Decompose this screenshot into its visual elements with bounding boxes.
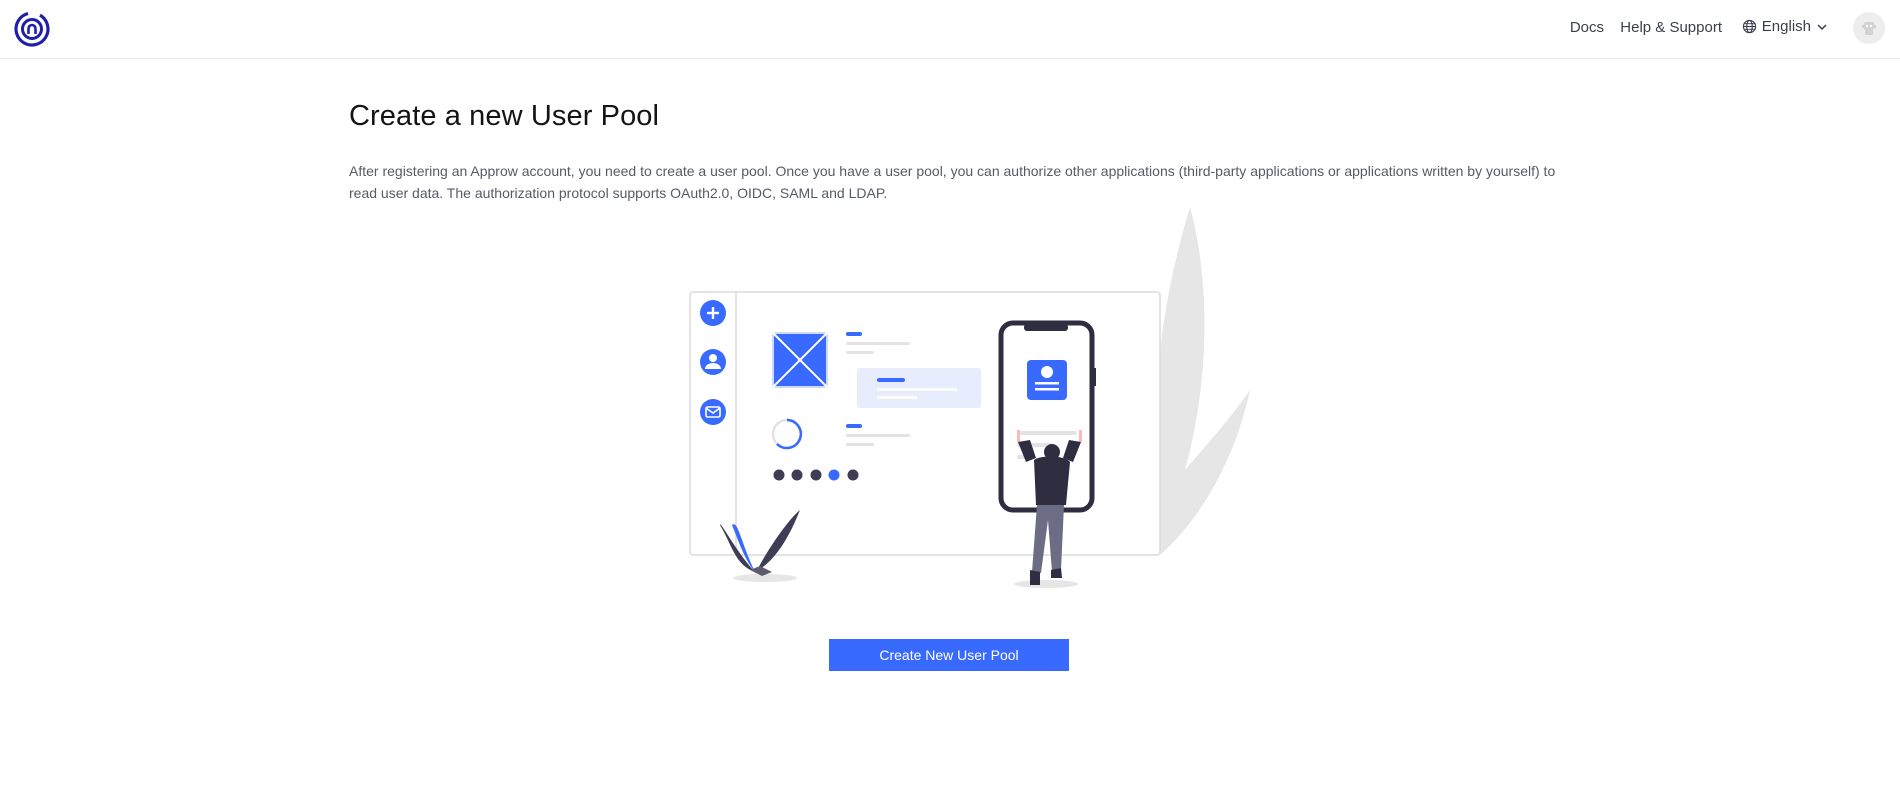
user-icon: [700, 349, 726, 375]
globe-icon: [1742, 19, 1757, 34]
image-placeholder-icon: [771, 331, 829, 389]
create-user-pool-button[interactable]: Create New User Pool: [829, 639, 1069, 671]
language-label: English: [1761, 18, 1811, 35]
user-avatar-icon[interactable]: [1853, 12, 1885, 44]
nav-docs-link[interactable]: Docs: [1570, 19, 1604, 36]
nav-help-support-link[interactable]: Help & Support: [1620, 19, 1722, 36]
plus-icon: [700, 300, 726, 326]
page-description: After registering an Approw account, you…: [349, 163, 1556, 201]
user-pool-illustration: [680, 200, 1260, 600]
mail-icon: [700, 399, 726, 425]
chevron-down-icon: [1816, 21, 1828, 33]
language-selector[interactable]: English: [1742, 18, 1828, 35]
top-navbar: Docs Help & Support English: [0, 0, 1900, 59]
background-leaf-shape: [1154, 207, 1250, 555]
page-title: Create a new User Pool: [349, 100, 660, 132]
approw-logo-icon[interactable]: [13, 10, 51, 48]
